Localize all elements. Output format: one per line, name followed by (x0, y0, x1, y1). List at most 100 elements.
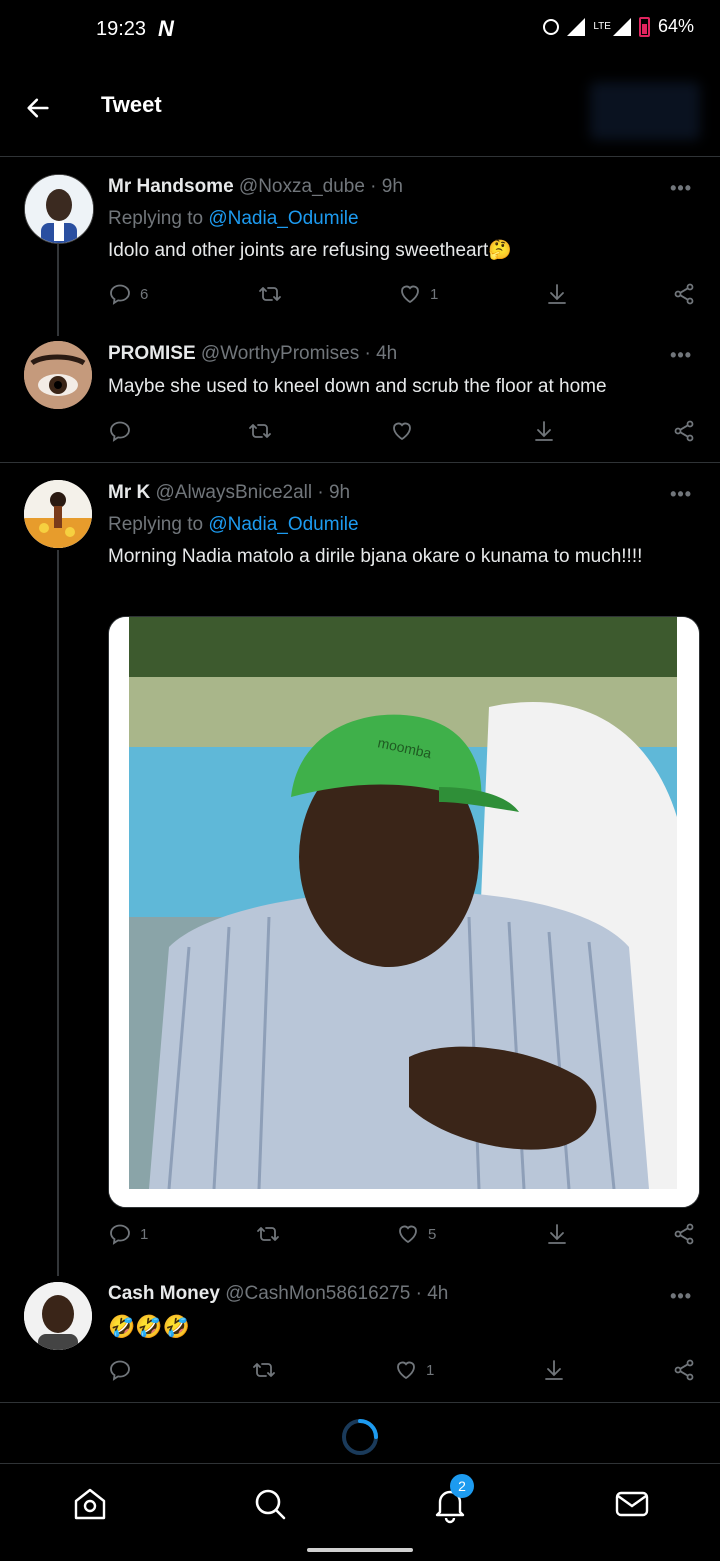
alarm-icon (543, 18, 560, 35)
battery-icon (638, 16, 650, 37)
more-options-icon[interactable]: ••• (670, 345, 692, 366)
photo-man-green-cap: moomba (109, 617, 699, 1207)
tweet-actions: 1 5 (108, 1222, 698, 1252)
avatar[interactable] (24, 1282, 92, 1350)
reply-icon (110, 284, 130, 305)
home-icon[interactable] (70, 1484, 110, 1524)
signal-icon (567, 17, 586, 36)
author-handle: @AlwaysBnice2all · 9h (155, 482, 351, 503)
tweet-image[interactable]: moomba (108, 616, 700, 1208)
like-count: 5 (428, 1225, 437, 1243)
share-button[interactable] (672, 1358, 696, 1382)
author-name[interactable]: Mr Handsome (108, 176, 234, 197)
tweet-header: PROMISE @WorthyPromises · 4h (108, 343, 397, 365)
avatar[interactable] (24, 341, 92, 409)
top-header: Tweet (0, 62, 720, 157)
download-button[interactable] (542, 1358, 566, 1382)
more-options-icon[interactable]: ••• (670, 178, 692, 199)
thread-line (57, 244, 59, 336)
back-arrow-icon[interactable] (24, 94, 52, 122)
author-name[interactable]: PROMISE (108, 343, 196, 364)
retweet-button[interactable] (256, 1222, 280, 1246)
tweet-text: Morning Nadia matolo a dirile bjana okar… (108, 546, 643, 567)
retweet-icon (257, 1227, 279, 1241)
replying-prefix: Replying to (108, 514, 209, 535)
more-options-icon[interactable]: ••• (670, 1286, 692, 1307)
tweet-text: Idolo and other joints are refusing swee… (108, 240, 512, 261)
replying-to: Replying to @Nadia_Odumile (108, 208, 359, 230)
heart-icon (397, 1361, 415, 1380)
lte-label: LTE (593, 20, 611, 32)
reply-button[interactable] (108, 419, 132, 443)
like-count: 1 (430, 285, 439, 303)
more-options-icon[interactable]: ••• (670, 484, 692, 505)
author-handle: @WorthyPromises · 4h (200, 343, 398, 364)
heart-icon (401, 285, 419, 304)
home-indicator[interactable] (307, 1548, 413, 1552)
download-button[interactable] (532, 419, 556, 443)
reply-icon (110, 1224, 130, 1245)
share-button[interactable] (672, 282, 696, 306)
retweet-icon (249, 424, 271, 438)
tweet-actions: 1 (108, 1358, 698, 1388)
tweet-header: Mr K @AlwaysBnice2all · 9h (108, 482, 350, 504)
avatar[interactable] (24, 480, 92, 548)
like-count: 1 (426, 1361, 435, 1379)
reply-count: 1 (140, 1225, 149, 1243)
tweet-actions (108, 419, 698, 449)
avatar[interactable] (24, 174, 94, 244)
blurred-region (590, 82, 700, 140)
reply-button[interactable]: 6 (108, 282, 148, 306)
author-handle: @Noxza_dube · 9h (238, 176, 403, 197)
download-button[interactable] (545, 282, 569, 306)
share-icon (674, 283, 694, 305)
replying-to: Replying to @Nadia_Odumile (108, 514, 359, 536)
divider (0, 1402, 720, 1403)
retweet-button[interactable] (258, 282, 282, 306)
page-title: Tweet (101, 92, 162, 117)
netflix-notification-icon: N (158, 16, 174, 41)
tweet-header: Mr Handsome @Noxza_dube · 9h (108, 176, 403, 198)
download-button[interactable] (545, 1222, 569, 1246)
retweet-button[interactable] (248, 419, 272, 443)
messages-icon[interactable] (612, 1484, 652, 1524)
like-button[interactable] (390, 419, 414, 443)
status-time: 19:23 (96, 18, 147, 40)
author-name[interactable]: Cash Money (108, 1283, 220, 1304)
retweet-icon (259, 287, 281, 301)
bottom-nav (0, 1463, 720, 1561)
heart-icon (393, 422, 411, 441)
share-icon (674, 420, 694, 442)
reply-icon (110, 421, 130, 442)
reply-count: 6 (140, 285, 149, 303)
mention-link[interactable]: @Nadia_Odumile (208, 208, 358, 229)
author-name[interactable]: Mr K (108, 482, 150, 503)
like-button[interactable]: 5 (396, 1222, 436, 1246)
like-button[interactable]: 1 (398, 282, 438, 306)
share-button[interactable] (672, 419, 696, 443)
reply-button[interactable] (108, 1358, 132, 1382)
heart-icon (399, 1225, 417, 1244)
download-icon (548, 284, 566, 304)
author-handle: @CashMon58616275 · 4h (225, 1283, 449, 1304)
reply-icon (110, 1360, 130, 1381)
signal-icon-2 (612, 17, 631, 36)
tweet-actions: 6 1 (108, 282, 698, 312)
thread-line (57, 550, 59, 1276)
like-button[interactable]: 1 (394, 1358, 434, 1382)
share-button[interactable] (672, 1222, 696, 1246)
status-bar: 19:23 N LTE 64% (0, 0, 720, 60)
tweet-text: 🤣🤣🤣 (108, 1314, 191, 1339)
retweet-button[interactable] (252, 1358, 276, 1382)
battery-percent: 64% (657, 16, 694, 36)
download-icon (548, 1224, 566, 1244)
search-icon[interactable] (250, 1484, 290, 1524)
reply-button[interactable]: 1 (108, 1222, 148, 1246)
share-icon (674, 1223, 694, 1245)
share-icon (674, 1359, 694, 1381)
mention-link[interactable]: @Nadia_Odumile (208, 514, 358, 535)
retweet-icon (253, 1363, 275, 1377)
notifications-badge: 2 (450, 1474, 474, 1498)
download-icon (545, 1360, 563, 1380)
loading-spinner-icon (342, 1419, 378, 1455)
